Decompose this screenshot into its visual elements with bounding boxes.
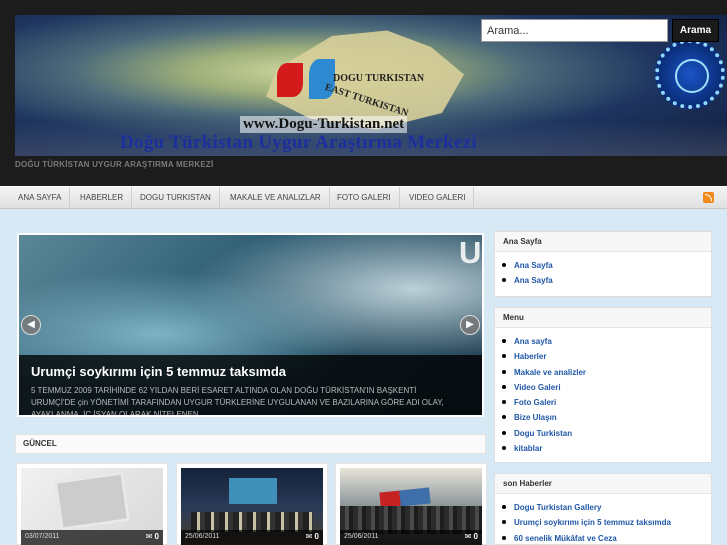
menu-link-makale[interactable]: Makale ve analizler (502, 365, 711, 380)
widget-link[interactable]: Ana Sayfa (502, 258, 711, 273)
header: DOGU TURKISTAN EAST TURKISTAN www.Dogu-T… (0, 0, 727, 186)
comment-count-value: 0 (473, 532, 478, 541)
news-card[interactable]: 25/06/2011 ✉ 0 (176, 463, 328, 545)
rss-icon[interactable] (703, 192, 714, 203)
news-link[interactable]: 60 senelik Mükâfat ve Ceza (502, 531, 711, 545)
news-card[interactable]: 25/06/2011 ✉ 0 (335, 463, 487, 545)
widget-menu: Menu Ana sayfa Haberler Makale ve analiz… (494, 307, 712, 463)
comment-count[interactable]: ✉ 0 (146, 532, 159, 541)
comment-count[interactable]: ✉ 0 (306, 532, 319, 541)
map-label-dogu: DOGU TURKISTAN (333, 73, 425, 84)
nav-item-video-galeri[interactable]: VIDEO GALERI (401, 187, 475, 209)
site-tagline: DOĞU TÜRKİSTAN UYGUR ARAŞTIRMA MERKEZİ (15, 160, 214, 169)
guncel-title: GÜNCEL (23, 439, 57, 448)
comment-count-value: 0 (154, 532, 159, 541)
featured-slider[interactable]: UZ2 ◀ ▶ Urumçi soykırımı için 5 temmuz t… (17, 233, 484, 417)
menu-link-haberler[interactable]: Haberler (502, 349, 711, 364)
menu-link-foto-galeri[interactable]: Foto Galeri (502, 395, 711, 410)
card-date: 03/07/2011 (25, 533, 60, 540)
widget-title: son Haberler (495, 474, 711, 494)
search-input[interactable] (481, 19, 668, 42)
menu-link-video-galeri[interactable]: Video Galeri (502, 380, 711, 395)
widget-ana-sayfa: Ana Sayfa Ana Sayfa Ana Sayfa (494, 231, 712, 297)
news-link[interactable]: Urumçi soykırımı için 5 temmuz taksımda (502, 515, 711, 530)
news-link[interactable]: Dogu Turkistan Gallery (502, 500, 711, 515)
main-nav: ANA SAYFA HABERLER DOGU TURKISTAN MAKALE… (0, 186, 727, 209)
guncel-section-header: GÜNCEL (15, 434, 486, 454)
widget-title: Menu (495, 308, 711, 328)
card-meta-bar: 03/07/2011 ✉ 0 (21, 530, 163, 545)
slide-excerpt: 5 TEMMUZ 2009 TARİHİNDE 62 YILDAN BERİ E… (31, 386, 444, 417)
turkish-flag-icon (277, 63, 303, 97)
card-meta-bar: 25/06/2011 ✉ 0 (340, 530, 482, 545)
people-image (191, 512, 313, 532)
card-meta-bar: 25/06/2011 ✉ 0 (181, 530, 323, 545)
site-url: www.Dogu-Turkistan.net (240, 116, 408, 133)
widget-link[interactable]: Ana Sayfa (502, 273, 711, 288)
widget-list: Ana sayfa Haberler Makale ve analizler V… (495, 328, 711, 456)
widget-title: Ana Sayfa (495, 232, 711, 252)
comment-count[interactable]: ✉ 0 (465, 532, 478, 541)
slide-next-icon[interactable]: ▶ (460, 315, 480, 335)
news-card[interactable]: 03/07/2011 ✉ 0 (16, 463, 168, 545)
menu-link-kitablar[interactable]: kitablar (502, 441, 711, 456)
photo-placeholder-icon (53, 471, 131, 531)
nav-item-ana-sayfa[interactable]: ANA SAYFA (10, 187, 71, 209)
widget-list: Dogu Turkistan Gallery Urumçi soykırımı … (495, 494, 711, 545)
menu-link-dogu-turkistan[interactable]: Dogu Turkistan (502, 426, 711, 441)
widget-list: Ana Sayfa Ana Sayfa (495, 252, 711, 289)
card-date: 25/06/2011 (185, 533, 220, 540)
site-title: Doğu Türkistan Uygur Araştırma Merkezi (120, 132, 477, 153)
card-date: 25/06/2011 (344, 533, 379, 540)
slide-title[interactable]: Urumçi soykırımı için 5 temmuz taksımda (31, 364, 286, 379)
menu-link-bize-ulasin[interactable]: Bize Ulaşın (502, 410, 711, 425)
widget-son-haberler: son Haberler Dogu Turkistan Gallery Urum… (494, 473, 712, 545)
stage-screen-image (229, 478, 277, 504)
nav-item-haberler[interactable]: HABERLER (72, 187, 133, 209)
nav-item-dogu-turkistan[interactable]: DOGU TURKISTAN (132, 187, 220, 209)
comment-count-value: 0 (314, 532, 319, 541)
search-button[interactable]: Arama (672, 19, 719, 42)
slide-prev-icon[interactable]: ◀ (21, 315, 41, 335)
nav-item-makale[interactable]: MAKALE VE ANALIZLAR (222, 187, 330, 209)
slide-big-text: UZ2 (459, 235, 482, 270)
nav-item-foto-galeri[interactable]: FOTO GALERI (329, 187, 400, 209)
organization-logo-icon (655, 39, 725, 109)
menu-link-ana-sayfa[interactable]: Ana sayfa (502, 334, 711, 349)
